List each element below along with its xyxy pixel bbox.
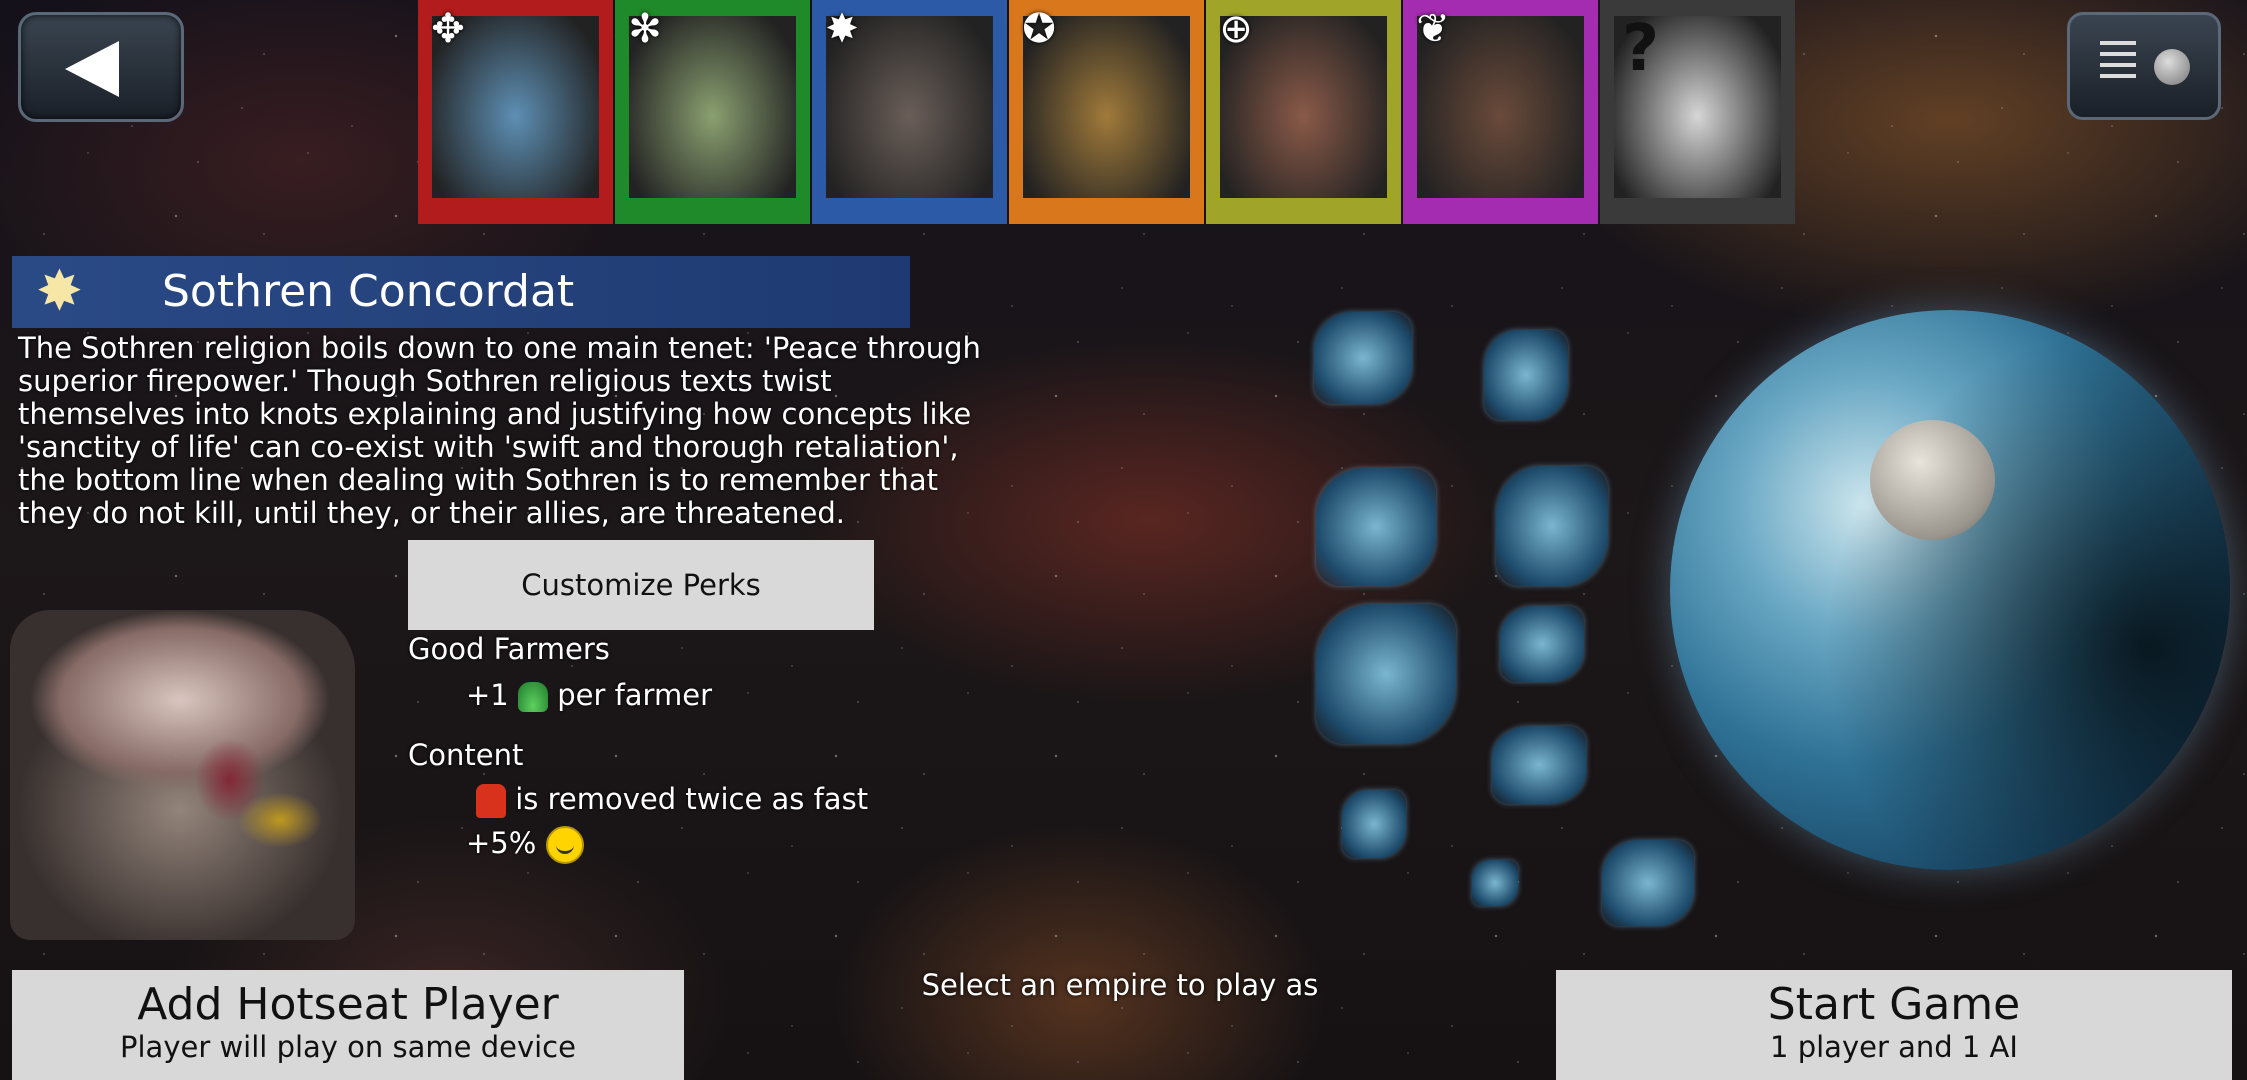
- perk-detail-good-farmers: +1 per farmer: [466, 678, 712, 712]
- select-empire-hint: Select an empire to play as: [921, 968, 1319, 1002]
- ship-icon: [1316, 604, 1456, 744]
- empire-name: Sothren Concordat: [162, 266, 575, 317]
- moon-icon: [2154, 49, 2190, 85]
- start-label: Start Game: [1767, 979, 2021, 1030]
- ship-icon: [1500, 606, 1584, 682]
- perk-title-good-farmers: Good Farmers: [408, 632, 610, 666]
- perk-suffix: per farmer: [557, 678, 712, 712]
- homeworld-planet: [1670, 310, 2230, 870]
- empire-description: The Sothren religion boils down to one m…: [18, 331, 981, 530]
- perk-value: +5%: [466, 826, 537, 860]
- globe-emblem-icon: ⊕: [1219, 6, 1253, 52]
- fleet-illustration: [1300, 300, 1700, 940]
- hotseat-label: Add Hotseat Player: [137, 979, 559, 1030]
- perk-text: is removed twice as fast: [515, 782, 869, 816]
- perk-detail-content-2: +5%: [466, 826, 584, 864]
- back-arrow-icon: [65, 41, 119, 97]
- homeworld-moon: [1870, 420, 1995, 540]
- sothren-species-portrait: [10, 610, 355, 940]
- empire-portrait-3[interactable]: ✸: [812, 0, 1007, 224]
- perk-detail-content-1: is removed twice as fast: [476, 782, 868, 818]
- perk-value: +1: [466, 678, 509, 712]
- customize-perks-button[interactable]: Customize Perks: [408, 540, 874, 630]
- sothren-star-icon: ✸: [36, 259, 83, 324]
- wreath-emblem-icon: ✻: [628, 6, 662, 52]
- ship-icon: [1496, 466, 1608, 586]
- ship-icon: [1484, 330, 1568, 420]
- hotseat-sublabel: Player will play on same device: [120, 1030, 576, 1064]
- empire-portrait-2[interactable]: ✻: [615, 0, 810, 224]
- ship-icon: [1316, 468, 1436, 586]
- menu-button[interactable]: [2067, 12, 2221, 120]
- ship-icon: [1342, 790, 1406, 858]
- perk-title-content: Content: [408, 738, 524, 772]
- back-button[interactable]: [18, 12, 184, 122]
- add-hotseat-player-button[interactable]: Add Hotseat Player Player will play on s…: [12, 970, 684, 1080]
- shield-emblem-icon: ✪: [1022, 6, 1056, 52]
- leaf-emblem-icon: ❦: [1416, 6, 1450, 52]
- ship-icon: [1492, 726, 1586, 804]
- ship-icon: [1472, 860, 1518, 906]
- ship-icon: [1602, 840, 1694, 926]
- empire-portrait-row: ✥ ✻ ✸ ✪ ⊕ ❦?: [418, 0, 1795, 224]
- happiness-icon: [545, 826, 584, 864]
- start-game-button[interactable]: Start Game 1 player and 1 AI: [1556, 970, 2232, 1080]
- empire-portrait-5[interactable]: ⊕: [1206, 0, 1401, 224]
- unrest-fist-icon: [476, 784, 506, 818]
- ship-icon: [1314, 312, 1412, 404]
- empire-portrait-6[interactable]: ❦: [1403, 0, 1598, 224]
- list-icon: [2100, 41, 2136, 85]
- empire-title-bar: ✸ Sothren Concordat: [12, 256, 910, 328]
- empire-portrait-4[interactable]: ✪: [1009, 0, 1204, 224]
- empire-portrait-1[interactable]: ✥: [418, 0, 613, 224]
- winged-emblem-icon: ✥: [431, 6, 465, 52]
- unknown-empire-marker: ?: [1622, 12, 1660, 86]
- start-sublabel: 1 player and 1 AI: [1770, 1030, 2018, 1064]
- food-icon: [517, 682, 548, 712]
- star-emblem-icon: ✸: [825, 6, 859, 52]
- empire-portrait-7[interactable]: ?: [1600, 0, 1795, 224]
